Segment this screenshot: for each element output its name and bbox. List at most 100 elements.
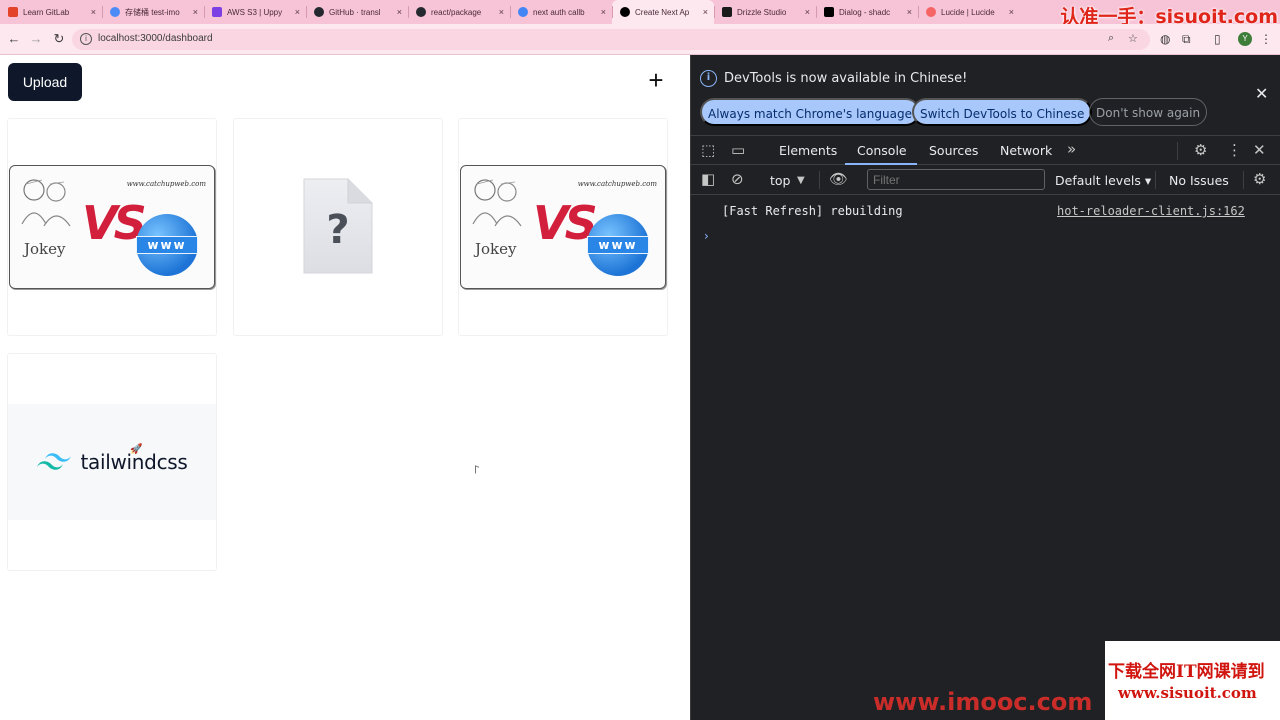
tab-title: GitHub · transl <box>329 7 381 17</box>
filter-input[interactable] <box>867 169 1045 190</box>
sketch-people-icon <box>21 179 71 227</box>
kebab-menu-icon[interactable]: ⋮ <box>1227 142 1242 158</box>
dont-show-again-button[interactable]: Don't show again <box>1089 98 1208 126</box>
browser-tab[interactable]: 存储桶 test-imo × <box>102 0 204 24</box>
tab-title: 存储桶 test-imo <box>125 7 180 17</box>
site-info-icon[interactable]: i <box>80 33 92 45</box>
image-card[interactable]: tailwindcss 🚀 <box>7 353 217 571</box>
tab-close-icon[interactable]: × <box>703 6 708 18</box>
tab-close-icon[interactable]: × <box>295 6 300 18</box>
zoom-icon[interactable]: ⌕ <box>1108 32 1114 45</box>
watermark-imooc: www.imooc.com <box>873 688 1093 716</box>
close-icon[interactable]: ✕ <box>1255 84 1268 103</box>
question-mark: ? <box>326 207 349 253</box>
vs-label: VS <box>533 196 598 250</box>
tab-title: Create Next Ap <box>635 7 690 17</box>
tab-title: Learn GitLab <box>23 7 70 17</box>
extension-icon[interactable]: ◍ <box>1160 32 1170 46</box>
devtools-tabbar: ⬚ ▭ Elements Console Sources Network » ⚙… <box>691 135 1280 165</box>
watermark-line2: www.sisuoit.com <box>1118 684 1257 702</box>
github-favicon-icon <box>416 7 426 17</box>
device-toolbar-icon[interactable]: ▭ <box>731 142 745 158</box>
image-card[interactable]: www.catchupweb.com Jokey VS www <box>458 118 668 336</box>
toolbar-divider <box>1155 171 1156 189</box>
drizzle-favicon-icon <box>722 7 732 17</box>
mouse-cursor <box>475 465 479 475</box>
match-language-button[interactable]: Always match Chrome's language <box>700 98 920 126</box>
rocket-icon: 🚀 <box>130 444 143 455</box>
browser-tab-active[interactable]: Create Next Ap × <box>612 0 714 24</box>
side-panel-icon[interactable]: ▯ <box>1214 32 1221 46</box>
tab-elements[interactable]: Elements <box>779 143 837 158</box>
site-caption: www.catchupweb.com <box>577 180 657 188</box>
www-label: www <box>587 236 649 254</box>
tab-close-icon[interactable]: × <box>805 6 810 18</box>
tab-network[interactable]: Network <box>1000 143 1052 158</box>
inspect-element-icon[interactable]: ⬚ <box>701 142 715 158</box>
google-favicon-icon <box>518 7 528 17</box>
tab-close-icon[interactable]: × <box>193 6 198 18</box>
lucide-favicon-icon <box>926 7 936 17</box>
bookmark-star-icon[interactable]: ☆ <box>1128 32 1138 45</box>
more-tabs-chevron-icon[interactable]: » <box>1067 141 1076 157</box>
tab-close-icon[interactable]: × <box>91 6 96 18</box>
browser-tab[interactable]: AWS S3 | Uppy × <box>204 0 306 24</box>
language-banner: i DevTools is now available in Chinese! … <box>691 55 1280 133</box>
vs-label: VS <box>82 196 147 250</box>
close-devtools-icon[interactable]: ✕ <box>1253 142 1266 158</box>
log-levels-dropdown[interactable]: Default levels ▾ <box>1055 173 1151 188</box>
console-settings-gear-icon[interactable]: ⚙ <box>1253 171 1266 187</box>
browser-tab[interactable]: Drizzle Studio × <box>714 0 816 24</box>
tailwind-thumbnail-image: tailwindcss 🚀 <box>8 404 216 520</box>
image-card[interactable]: ? <box>233 118 443 336</box>
tab-console[interactable]: Console <box>857 143 907 158</box>
image-card[interactable]: www.catchupweb.com Jokey VS www <box>7 118 217 336</box>
www-label: www <box>136 236 198 254</box>
console-prompt-chevron-icon[interactable]: › <box>704 229 709 243</box>
tab-sources[interactable]: Sources <box>929 143 978 158</box>
browser-tab[interactable]: GitHub · transl × <box>306 0 408 24</box>
omnibox[interactable]: i localhost:3000/dashboard ⌕ ☆ <box>72 29 1150 50</box>
sidebar-toggle-icon[interactable]: ◧ <box>701 171 715 187</box>
browser-tab[interactable]: next auth callb × <box>510 0 612 24</box>
uppy-favicon-icon <box>212 7 222 17</box>
tab-close-icon[interactable]: × <box>601 6 606 18</box>
tab-title: Drizzle Studio <box>737 7 787 17</box>
profile-avatar[interactable]: Y <box>1238 32 1252 46</box>
context-select[interactable]: top <box>770 173 790 188</box>
upload-button[interactable]: Upload <box>8 63 82 101</box>
menu-kebab-icon[interactable]: ⋮ <box>1260 32 1272 46</box>
tab-title: react/package <box>431 7 482 17</box>
tab-close-icon[interactable]: × <box>499 6 504 18</box>
info-icon: i <box>700 70 717 87</box>
forward-arrow-icon[interactable]: → <box>28 31 44 47</box>
browser-tab[interactable]: Learn GitLab × <box>0 0 102 24</box>
toolbar-divider <box>1177 142 1178 160</box>
vs-thumbnail-image: www.catchupweb.com Jokey VS www <box>9 165 215 289</box>
back-arrow-icon[interactable]: ← <box>6 31 22 47</box>
settings-gear-icon[interactable]: ⚙ <box>1194 142 1207 158</box>
url-text[interactable]: localhost:3000/dashboard <box>98 33 213 44</box>
console-log-row: [Fast Refresh] rebuilding hot-reloader-c… <box>691 195 1280 219</box>
clear-console-icon[interactable]: ⊘ <box>731 171 744 187</box>
vs-thumbnail-image: www.catchupweb.com Jokey VS www <box>460 165 666 289</box>
puzzle-icon[interactable]: ⧉ <box>1182 32 1191 46</box>
eye-icon[interactable]: 👁 <box>829 171 848 187</box>
jokey-label: Jokey <box>24 240 66 258</box>
browser-tab[interactable]: react/package × <box>408 0 510 24</box>
issues-counter[interactable]: No Issues <box>1169 173 1229 188</box>
chevron-down-icon[interactable]: ▼ <box>797 173 805 189</box>
browser-tab[interactable]: Dialog - shadc × <box>816 0 918 24</box>
devtools-panel: i DevTools is now available in Chinese! … <box>690 55 1280 720</box>
watermark-line1: 下载全网IT网课请到 <box>1108 662 1265 682</box>
banner-message: DevTools is now available in Chinese! <box>724 71 968 86</box>
add-icon[interactable]: + <box>644 67 668 93</box>
switch-chinese-button[interactable]: Switch DevTools to Chinese <box>912 98 1093 126</box>
tab-close-icon[interactable]: × <box>1009 6 1014 18</box>
browser-tab[interactable]: Lucide | Lucide × <box>918 0 1020 24</box>
tab-close-icon[interactable]: × <box>907 6 912 18</box>
reload-icon[interactable]: ↻ <box>51 31 67 47</box>
site-caption: www.catchupweb.com <box>126 180 206 188</box>
tab-close-icon[interactable]: × <box>397 6 402 18</box>
log-source-link[interactable]: hot-reloader-client.js:162 <box>1057 204 1245 218</box>
